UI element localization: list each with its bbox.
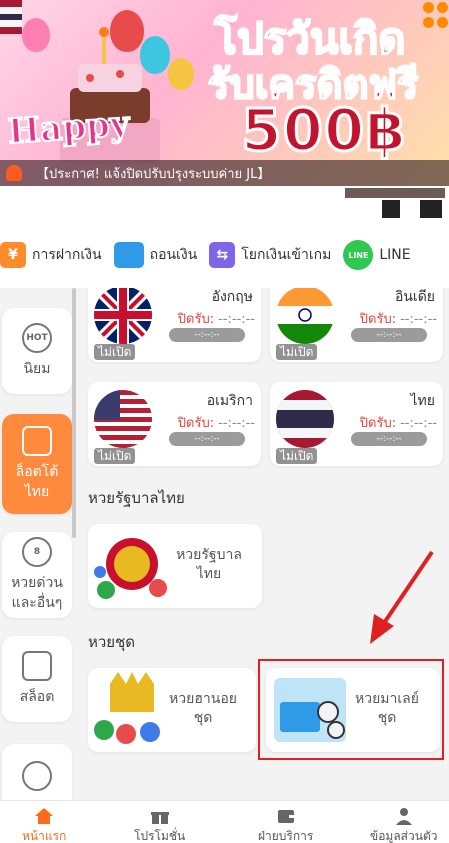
- status-badge: ไม่เปิด: [276, 344, 318, 360]
- announcement-text: 【ประกาศ! แจ้งปิดปรับปรุงระบบค่าย JL】: [36, 166, 271, 182]
- usa-flag-icon: [94, 390, 152, 448]
- lottery-content[interactable]: HOT นิยม ล็อตโต้ ไทย 8 หวยด่วน และอื่นๆ …: [0, 288, 449, 800]
- app-screen: Happy โปรวันเกิด รับเครดิตฟรี 500฿ 【ประก…: [0, 0, 449, 843]
- close-time: ปิดรับ: --:--:--: [359, 416, 437, 431]
- announcement-icon: [6, 165, 22, 181]
- home-icon: [35, 808, 54, 824]
- line-icon: LINE: [343, 240, 374, 270]
- country-name: อเมริกา: [206, 393, 253, 409]
- close-time: ปิดรับ: --:--:--: [359, 312, 437, 327]
- nav-promotion[interactable]: โปรโมชั่น: [134, 807, 185, 843]
- section-title-sets: หวยชุด: [88, 633, 136, 651]
- user-icon: [395, 808, 412, 825]
- country-name: อังกฤษ: [211, 289, 253, 305]
- gift-icon: [150, 809, 169, 824]
- country-name: อินเดีย: [394, 289, 435, 305]
- transfer-icon: ⇆: [209, 242, 236, 268]
- india-flag-icon: [276, 288, 334, 344]
- nav-profile[interactable]: ข้อมูลส่วนตัว: [370, 807, 437, 843]
- sidebar-item-thai-lotto[interactable]: ล็อตโต้ ไทย: [2, 414, 72, 514]
- nav-service[interactable]: ฝ่ายบริการ: [258, 807, 313, 843]
- thai-flag-icon: [276, 390, 334, 448]
- status-badge: ไม่เปิด: [94, 448, 136, 464]
- banner-indicator: [420, 200, 442, 218]
- bottom-nav: หน้าแรก โปรโมชั่น ฝ่ายบริการ ข้อมูลส่วนต…: [0, 800, 449, 843]
- game-title: หวยฮานอย ชุด: [169, 691, 237, 726]
- gamepad-icon: [22, 651, 52, 681]
- transfer-button[interactable]: ⇆ โยกเงินเข้าเกม: [209, 242, 331, 268]
- thai-gov-lotto-image: [94, 538, 167, 599]
- status-badge: ไม่เปิด: [276, 448, 318, 464]
- lotto-icon: [22, 426, 52, 456]
- lotto-card-thailand[interactable]: ไทย ปิดรับ: --:--:-- --:--:-- ไม่เปิด: [270, 382, 443, 466]
- fish-icon: [22, 761, 52, 791]
- thai-flag-icon[interactable]: [0, 0, 22, 34]
- game-card-hanoi-set[interactable]: หวยฮานอย ชุด: [88, 668, 256, 752]
- uk-flag-icon: [94, 288, 152, 344]
- deposit-button[interactable]: ¥ การฝากเงิน: [0, 242, 102, 268]
- countdown-timer: --:--:--: [169, 432, 245, 446]
- countdown-timer: --:--:--: [351, 328, 427, 342]
- wallet-icon: [277, 810, 294, 823]
- deposit-icon: ¥: [0, 242, 26, 268]
- happy-text: Happy: [6, 103, 132, 153]
- sidebar-item-express-lotto[interactable]: 8 หวยด่วน และอื่นๆ: [2, 532, 72, 618]
- withdraw-icon: [113, 242, 144, 268]
- hot-icon: HOT: [22, 323, 52, 353]
- close-time: ปิดรับ: --:--:--: [177, 312, 255, 327]
- lotto-card-england[interactable]: อังกฤษ ปิดรับ: --:--:-- --:--:-- ไม่เปิด: [88, 288, 261, 362]
- category-sidebar: HOT นิยม ล็อตโต้ ไทย 8 หวยด่วน และอื่นๆ …: [0, 288, 76, 800]
- highlight-box: [258, 659, 444, 760]
- status-badge: ไม่เปิด: [94, 344, 136, 360]
- quick-actions-bar: ¥ การฝากเงิน ถอนเงิน ⇆ โยกเงินเข้าเกม LI…: [0, 222, 449, 288]
- nav-home[interactable]: หน้าแรก: [22, 807, 66, 843]
- menu-grid-icon[interactable]: [423, 2, 449, 28]
- withdraw-button[interactable]: ถอนเงิน: [113, 242, 197, 268]
- section-title-thai-gov: หวยรัฐบาลไทย: [88, 489, 185, 507]
- pointer-arrow-icon: [370, 550, 434, 644]
- game-title: หวยรัฐบาล ไทย: [176, 547, 242, 582]
- sidebar-scrollbar[interactable]: [72, 288, 76, 538]
- sidebar-item-fishing[interactable]: [2, 744, 72, 800]
- sidebar-item-slot[interactable]: สล็อต: [2, 636, 72, 722]
- countdown-timer: --:--:--: [351, 432, 427, 446]
- lotto-card-america[interactable]: อเมริกา ปิดรับ: --:--:-- --:--:-- ไม่เปิด: [88, 382, 261, 466]
- game-card-thai-gov[interactable]: หวยรัฐบาล ไทย: [88, 524, 262, 608]
- banner-indicator: [382, 200, 400, 218]
- line-button[interactable]: LINE LINE: [343, 240, 411, 270]
- announcement-bar[interactable]: 【ประกาศ! แจ้งปิดปรับปรุงระบบค่าย JL】: [0, 160, 449, 186]
- country-name: ไทย: [410, 393, 435, 409]
- promo-amount: 500฿: [240, 95, 407, 166]
- birthday-cake-image: [60, 27, 160, 163]
- number-8-icon: 8: [22, 537, 52, 567]
- sidebar-item-popular[interactable]: HOT นิยม: [2, 308, 72, 394]
- lotto-card-india[interactable]: อินเดีย ปิดรับ: --:--:-- --:--:-- ไม่เปิด: [270, 288, 443, 362]
- countdown-timer: --:--:--: [169, 328, 245, 342]
- banner-strip: [0, 186, 449, 222]
- close-time: ปิดรับ: --:--:--: [177, 416, 255, 431]
